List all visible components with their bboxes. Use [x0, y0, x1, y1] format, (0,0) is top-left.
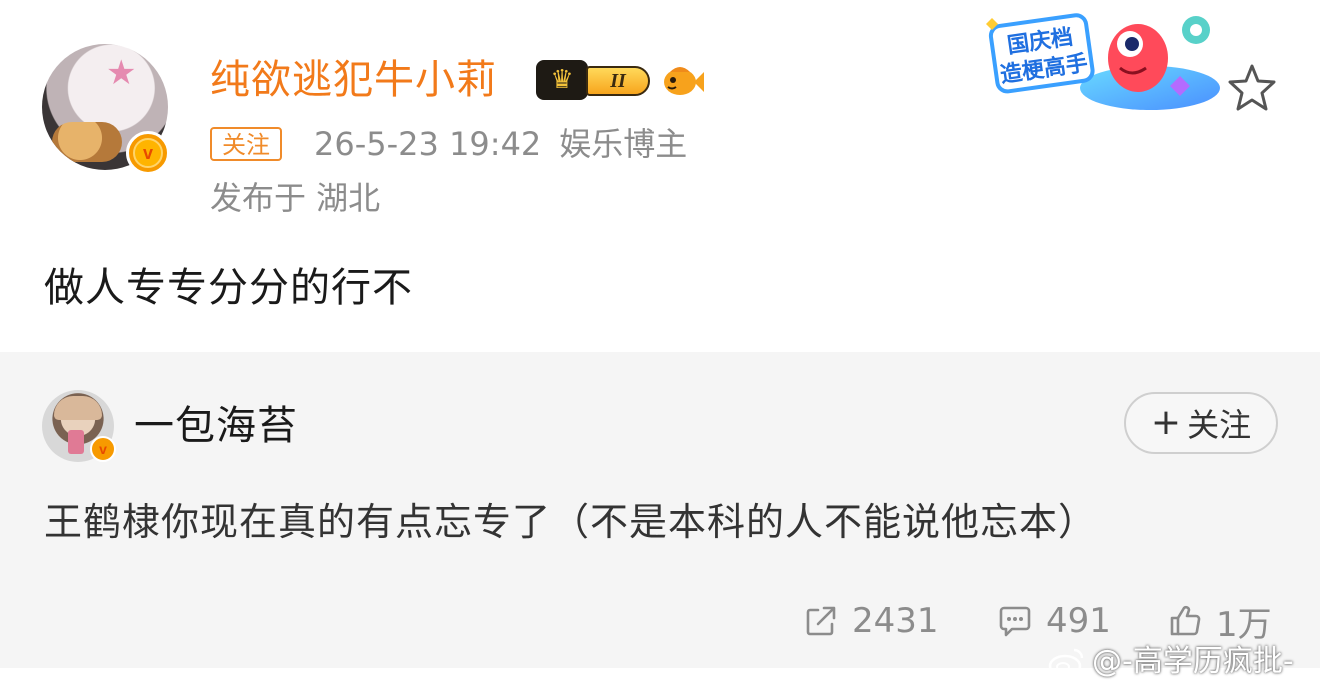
- avatar-star-decoration: ★: [106, 53, 137, 93]
- comment-button[interactable]: 491: [998, 596, 1111, 646]
- follow-tag[interactable]: 关注: [210, 127, 282, 161]
- verified-badge-icon: v: [90, 436, 116, 462]
- level-badge[interactable]: ♛ II: [536, 60, 652, 100]
- watermark: @-高学历疯批-: [1048, 640, 1294, 684]
- fish-badge-icon[interactable]: [660, 60, 704, 100]
- repost-text: 王鹤棣你现在真的有点忘专了（不是本科的人不能说他忘本）: [44, 500, 1098, 544]
- follow-button[interactable]: + 关注: [1124, 392, 1278, 454]
- promo-sticker[interactable]: 国庆档 造梗高手: [980, 6, 1230, 114]
- avatar-phone-decoration: [68, 430, 84, 454]
- verified-badge-icon: v: [126, 131, 170, 175]
- author-name[interactable]: 纯欲逃犯牛小莉: [210, 54, 497, 106]
- watermark-text: @-高学历疯批-: [1092, 644, 1294, 679]
- post-meta: 26-5-23 19:42 娱乐博主: [314, 122, 687, 166]
- post-timestamp: 26-5-23 19:42: [314, 125, 542, 163]
- like-button[interactable]: 1万: [1168, 596, 1272, 646]
- crown-icon: ♛: [536, 60, 588, 100]
- avatar-hair-decoration: [54, 396, 102, 420]
- repost-author-name[interactable]: 一包海苔: [134, 400, 298, 452]
- share-button[interactable]: 2431: [804, 596, 939, 646]
- star-outline-icon[interactable]: [1226, 62, 1278, 114]
- weibo-post: ★ v 纯欲逃犯牛小莉 ♛ II 关注 26-5-23 19:42 娱乐博主 发布…: [0, 0, 1320, 352]
- post-location: 发布于 湖北: [210, 179, 381, 217]
- weibo-logo-icon: [1048, 648, 1084, 678]
- post-text: 做人专专分分的行不: [44, 265, 413, 311]
- comment-icon: [999, 606, 1031, 637]
- action-bar: 2431 491 1万: [0, 596, 1320, 646]
- share-icon: [806, 606, 836, 636]
- repost-card[interactable]: v 一包海苔 + 关注 王鹤棣你现在真的有点忘专了（不是本科的人不能说他忘本） …: [0, 352, 1320, 668]
- level-label: II: [586, 66, 650, 96]
- plus-icon: +: [1150, 402, 1182, 443]
- thumbs-up-icon: [1170, 605, 1201, 636]
- share-count: 2431: [852, 601, 939, 641]
- follow-button-label: 关注: [1187, 406, 1252, 444]
- like-count: 1万: [1216, 604, 1272, 645]
- author-role: 娱乐博主: [559, 125, 688, 163]
- comment-count: 491: [1046, 601, 1111, 641]
- avatar-food-decoration: [52, 122, 122, 162]
